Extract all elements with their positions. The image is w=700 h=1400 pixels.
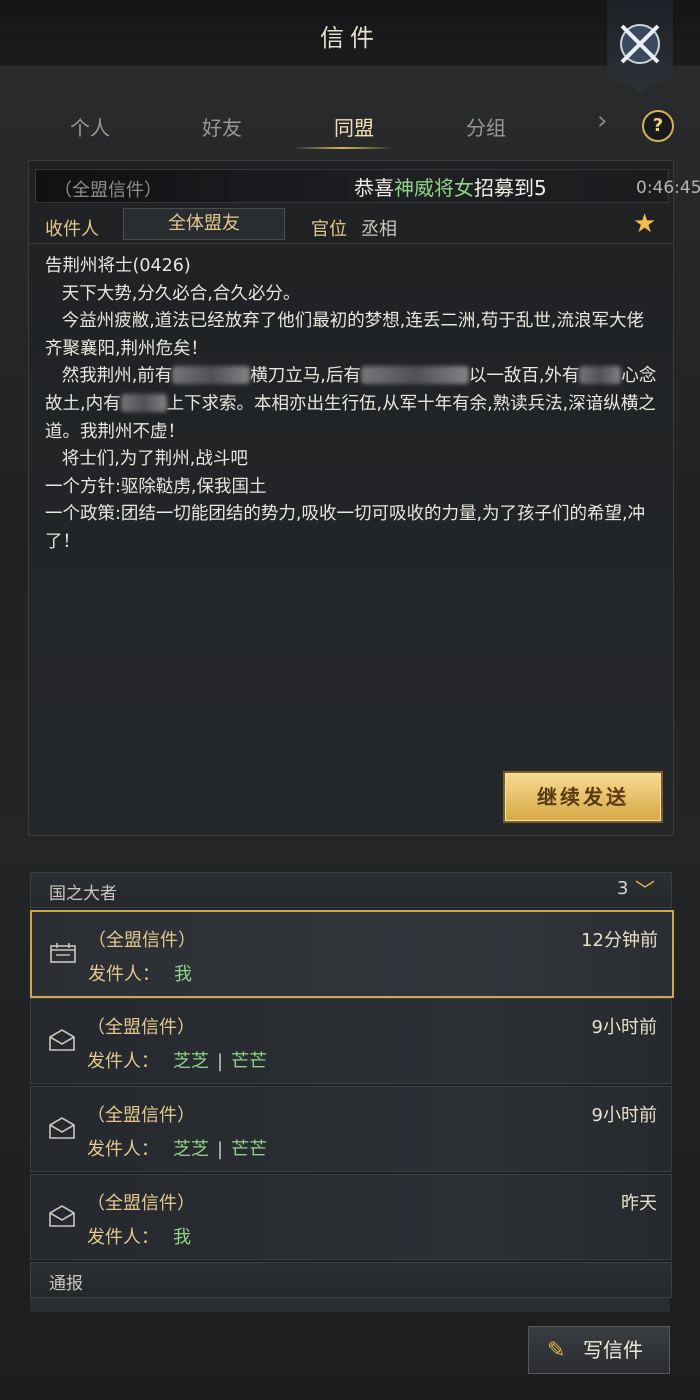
sender-name: 我 — [173, 1227, 191, 1248]
mail-item-title: （全盟信件） — [87, 1193, 195, 1214]
mail-list-item[interactable]: （全盟信件） 12分钟前 发件人： 我 — [30, 910, 674, 998]
mail-type-label: （全盟信件） — [54, 180, 162, 201]
report-title: 通报 — [49, 1274, 83, 1294]
sender-label: 发件人： — [87, 1139, 159, 1160]
mail-item-title: （全盟信件） — [88, 930, 196, 951]
mail-item-title: （全盟信件） — [87, 1105, 195, 1126]
mail-header: （全盟信件） 恭喜神威将女招募到5 0:46:45 — [35, 169, 700, 203]
recipient-label: 收件人 — [45, 219, 99, 240]
tab-group[interactable]: 分组 — [466, 112, 506, 141]
redacted-name — [360, 366, 469, 385]
mail-item-time: 9小时前 — [591, 1017, 657, 1038]
calendar-icon — [50, 943, 76, 963]
mail-item-time: 12分钟前 — [581, 930, 658, 951]
recipient-value: 全体盟友 — [123, 208, 285, 240]
mail-list-item[interactable]: （全盟信件） 昨天 发件人： 我 — [30, 1174, 672, 1260]
continue-send-button[interactable]: 继续发送 — [505, 773, 661, 821]
mail-meta-row: 收件人 全体盟友 官位 丞相 ★ — [29, 207, 673, 244]
active-tab-indicator — [292, 147, 394, 149]
mail-body: 告荆州将士(0426) 天下大势,分久必合,合久必分。 今益州疲敝,道法已经放弃… — [45, 256, 657, 552]
envelope-icon — [49, 1117, 75, 1139]
sender-name: 我 — [174, 964, 192, 985]
chevron-down-icon[interactable]: ﹀ — [635, 874, 655, 903]
report-list — [30, 1298, 670, 1312]
close-button[interactable] — [607, 0, 673, 92]
envelope-icon — [49, 1029, 75, 1051]
group-title: 国之大者 — [49, 884, 117, 904]
group-count: 3 — [617, 878, 629, 899]
envelope-icon — [49, 1205, 75, 1227]
sender-label: 发件人： — [87, 1227, 159, 1248]
pencil-icon: ✎ — [547, 1338, 566, 1363]
redacted-name — [172, 366, 251, 385]
mail-detail-panel: （全盟信件） 恭喜神威将女招募到5 0:46:45 收件人 全体盟友 官位 丞相… — [28, 160, 700, 836]
window-title: 信件 — [320, 24, 380, 52]
write-mail-button[interactable]: ✎ 写信件 — [528, 1326, 670, 1374]
rank-label: 官位 — [311, 219, 347, 240]
tab-friends[interactable]: 好友 — [202, 112, 242, 141]
redacted-name — [579, 366, 622, 385]
redacted-name — [120, 393, 167, 412]
tab-personal[interactable]: 个人 — [70, 112, 110, 141]
mail-item-time: 9小时前 — [591, 1105, 657, 1126]
report-section-header[interactable]: 通报 — [30, 1262, 672, 1298]
mail-time: 0:46:45 — [636, 178, 700, 198]
mail-item-time: 昨天 — [621, 1193, 657, 1214]
tab-bar: 个人 好友 同盟 分组 — [30, 100, 670, 150]
mail-list-item[interactable]: （全盟信件） 9小时前 发件人： 芝芝 | 芒芒 — [30, 998, 672, 1084]
crossed-swords-icon — [620, 24, 660, 64]
help-button[interactable]: ? — [642, 110, 674, 142]
sender-label: 发件人： — [87, 1051, 159, 1072]
tab-alliance[interactable]: 同盟 — [334, 112, 374, 141]
rank-value: 丞相 — [361, 219, 397, 240]
write-mail-label: 写信件 — [583, 1338, 643, 1362]
sender-name: 芝芝 | 芒芒 — [173, 1139, 268, 1160]
chevron-right-icon[interactable]: › — [597, 106, 607, 136]
group-header[interactable]: 国之大者 3 ﹀ — [30, 872, 672, 908]
top-bar: 信件 — [0, 0, 700, 67]
sender-label: 发件人： — [88, 964, 160, 985]
sender-name: 芝芝 | 芒芒 — [173, 1051, 268, 1072]
star-icon[interactable]: ★ — [633, 209, 656, 239]
mail-list-item[interactable]: （全盟信件） 9小时前 发件人： 芝芝 | 芒芒 — [30, 1086, 672, 1172]
announcement-marquee: 恭喜神威将女招募到5 — [354, 176, 547, 200]
mail-item-title: （全盟信件） — [87, 1017, 195, 1038]
